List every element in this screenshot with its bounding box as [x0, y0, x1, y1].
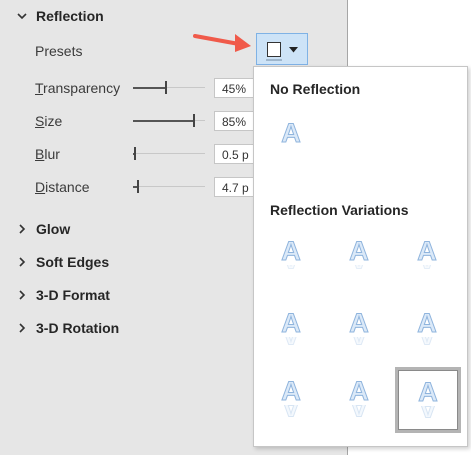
distance-input[interactable]: 4.7 p: [214, 177, 254, 197]
blur-input[interactable]: 0.5 p: [214, 144, 254, 164]
blur-label: Blur: [35, 146, 60, 162]
reflection-heading: Reflection: [36, 8, 104, 24]
reflection-presets-gallery: No Reflection A Reflection Variations AA…: [253, 66, 468, 447]
blur-slider[interactable]: [133, 146, 205, 162]
distance-label: Distance: [35, 179, 90, 195]
presets-label: Presets: [35, 43, 83, 59]
size-slider[interactable]: [133, 113, 205, 129]
no-reflection-title: No Reflection: [270, 81, 361, 97]
reflection-section-header[interactable]: Reflection: [14, 6, 104, 26]
chevron-right-icon: [14, 254, 30, 270]
preset-reflection-9-selected[interactable]: AA: [395, 367, 461, 433]
reflection-preset-icon: [265, 41, 282, 61]
slider-thumb[interactable]: [165, 81, 167, 94]
preset-reflection-3[interactable]: AA: [397, 229, 457, 289]
dropdown-arrow-icon: [288, 40, 298, 58]
preset-reflection-5[interactable]: AA: [329, 301, 389, 361]
preset-reflection-7[interactable]: AA: [261, 369, 321, 429]
transparency-slider[interactable]: [133, 80, 205, 96]
transparency-input[interactable]: 45%: [214, 78, 254, 98]
chevron-right-icon: [14, 287, 30, 303]
red-arrow-icon: [193, 34, 251, 52]
preset-no-reflection[interactable]: A: [261, 111, 321, 171]
chevron-right-icon: [14, 320, 30, 336]
glow-section-header[interactable]: Glow: [14, 219, 70, 239]
slider-thumb[interactable]: [134, 147, 136, 160]
size-input[interactable]: 85%: [214, 111, 254, 131]
3d-format-section-header[interactable]: 3-D Format: [14, 285, 110, 305]
preset-reflection-6[interactable]: AA: [397, 301, 457, 361]
reflection-variations-title: Reflection Variations: [270, 202, 409, 218]
preset-reflection-4[interactable]: AA: [261, 301, 321, 361]
3d-rotation-section-header[interactable]: 3-D Rotation: [14, 318, 119, 338]
slider-thumb[interactable]: [193, 114, 195, 127]
preset-reflection-8[interactable]: AA: [329, 369, 389, 429]
chevron-down-icon: [14, 8, 30, 24]
distance-slider[interactable]: [133, 179, 205, 195]
preset-reflection-2[interactable]: AA: [329, 229, 389, 289]
preset-reflection-1[interactable]: AA: [261, 229, 321, 289]
transparency-label: Transparency: [35, 80, 121, 96]
preset-glyph: A: [281, 118, 302, 148]
size-label: Size: [35, 113, 63, 129]
slider-thumb[interactable]: [137, 180, 139, 193]
chevron-right-icon: [14, 221, 30, 237]
soft-edges-section-header[interactable]: Soft Edges: [14, 252, 109, 272]
presets-dropdown-button[interactable]: [256, 33, 308, 65]
